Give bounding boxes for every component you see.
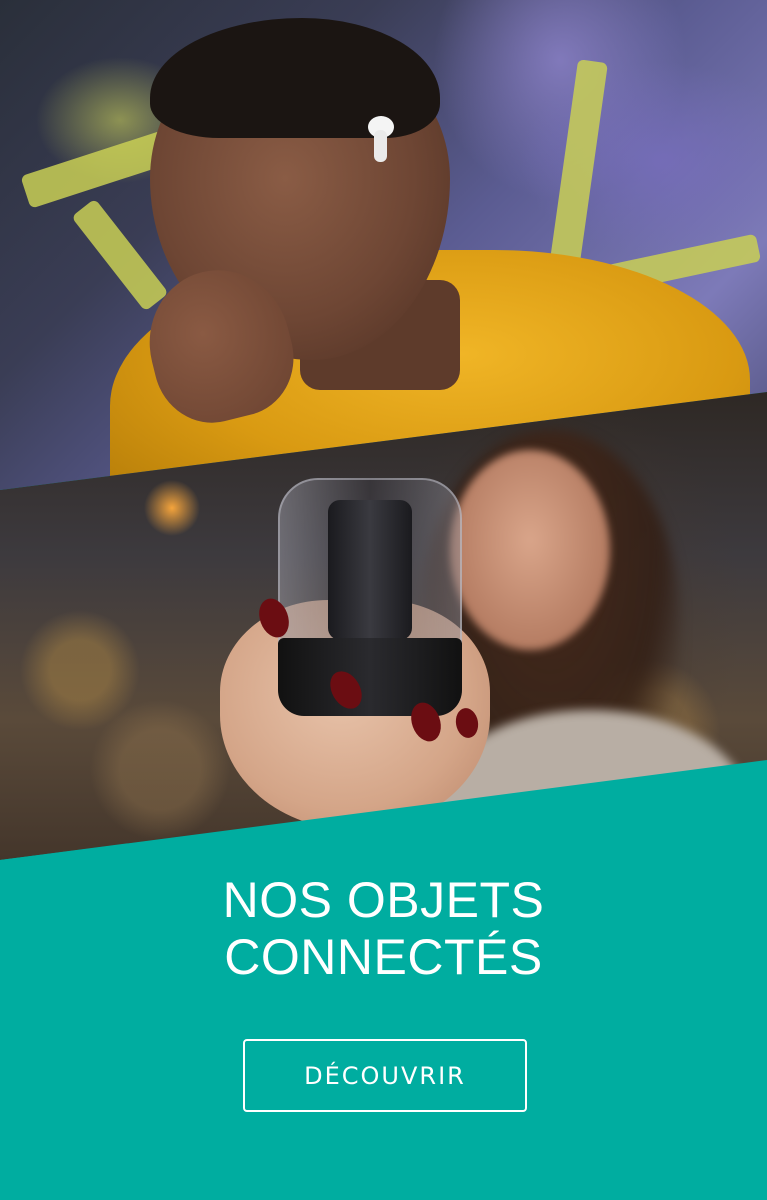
woman-face [450,450,610,650]
banner-headline: NOS OBJETS CONNECTÉS [0,872,767,986]
speaker-base [278,638,462,716]
headline-line-1: NOS OBJETS [222,872,545,928]
headline-line-2: CONNECTÉS [224,929,543,985]
bluetooth-speaker [278,478,462,718]
wireless-earbud-icon [366,112,396,162]
discover-button[interactable]: DÉCOUVRIR [243,1039,527,1112]
man-hair [150,18,440,138]
promo-banner: NOS OBJETS CONNECTÉS DÉCOUVRIR [0,0,767,1200]
speaker-driver [328,500,412,640]
